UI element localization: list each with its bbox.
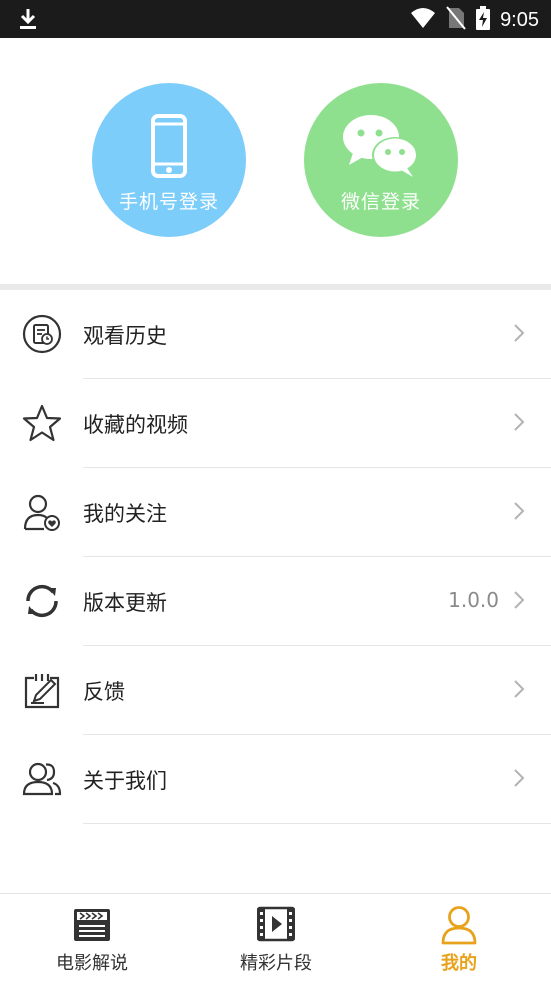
- no-sim-icon: [446, 6, 466, 34]
- chevron-right-icon: [513, 412, 525, 436]
- menu-list: 观看历史 收藏的视频 我的关注 版本更新 1.0.0 反馈 关于我们: [0, 290, 551, 824]
- tab-movie-commentary[interactable]: 电影解说: [0, 894, 184, 982]
- phone-login-label: 手机号登录: [118, 191, 219, 213]
- menu-item-feedback[interactable]: 反馈: [0, 646, 551, 735]
- feedback-edit-icon: [22, 670, 62, 710]
- login-area: 手机号登录 微信登录: [0, 38, 551, 284]
- menu-item-label: 我的关注: [83, 502, 167, 526]
- chevron-right-icon: [513, 501, 525, 525]
- clapperboard-icon: [0, 905, 184, 945]
- download-icon: [18, 7, 38, 35]
- wechat-icon: [341, 113, 421, 179]
- menu-item-label: 关于我们: [83, 769, 167, 793]
- status-icons: 9:05: [410, 6, 539, 34]
- menu-item-version-update[interactable]: 版本更新 1.0.0: [0, 557, 551, 646]
- chevron-right-icon: [513, 590, 525, 614]
- tab-highlights[interactable]: 精彩片段: [184, 894, 368, 982]
- bottom-nav: 电影解说 精彩片段 我的: [0, 893, 551, 982]
- menu-item-label: 收藏的视频: [83, 413, 188, 437]
- phone-login-button[interactable]: 手机号登录: [92, 83, 246, 237]
- battery-charging-icon: [476, 6, 491, 34]
- menu-item-favorites[interactable]: 收藏的视频: [0, 379, 551, 468]
- chevron-right-icon: [513, 679, 525, 703]
- smartphone-icon: [151, 113, 187, 179]
- wechat-login-button[interactable]: 微信登录: [304, 83, 458, 237]
- chevron-right-icon: [513, 323, 525, 347]
- wifi-icon: [410, 7, 436, 33]
- menu-item-label: 观看历史: [83, 324, 167, 348]
- status-bar: 9:05: [0, 0, 551, 38]
- menu-item-following[interactable]: 我的关注: [0, 468, 551, 557]
- film-play-icon: [184, 905, 368, 945]
- tab-label: 电影解说: [56, 953, 128, 974]
- menu-item-label: 版本更新: [83, 591, 167, 615]
- refresh-icon: [22, 581, 62, 621]
- wechat-login-label: 微信登录: [340, 191, 421, 213]
- history-icon: [22, 314, 62, 354]
- person-icon: [367, 905, 551, 945]
- chevron-right-icon: [513, 768, 525, 792]
- menu-item-label: 反馈: [83, 680, 125, 704]
- menu-divider: [83, 823, 551, 824]
- group-icon: [22, 759, 62, 799]
- menu-item-watch-history[interactable]: 观看历史: [0, 290, 551, 379]
- menu-item-about-us[interactable]: 关于我们: [0, 735, 551, 824]
- status-time: 9:05: [500, 8, 539, 31]
- tab-label: 精彩片段: [240, 953, 312, 974]
- follow-user-icon: [22, 492, 62, 532]
- tab-label: 我的: [441, 953, 477, 974]
- star-icon: [22, 403, 62, 443]
- version-number: 1.0.0: [448, 588, 499, 612]
- tab-mine[interactable]: 我的: [367, 894, 551, 982]
